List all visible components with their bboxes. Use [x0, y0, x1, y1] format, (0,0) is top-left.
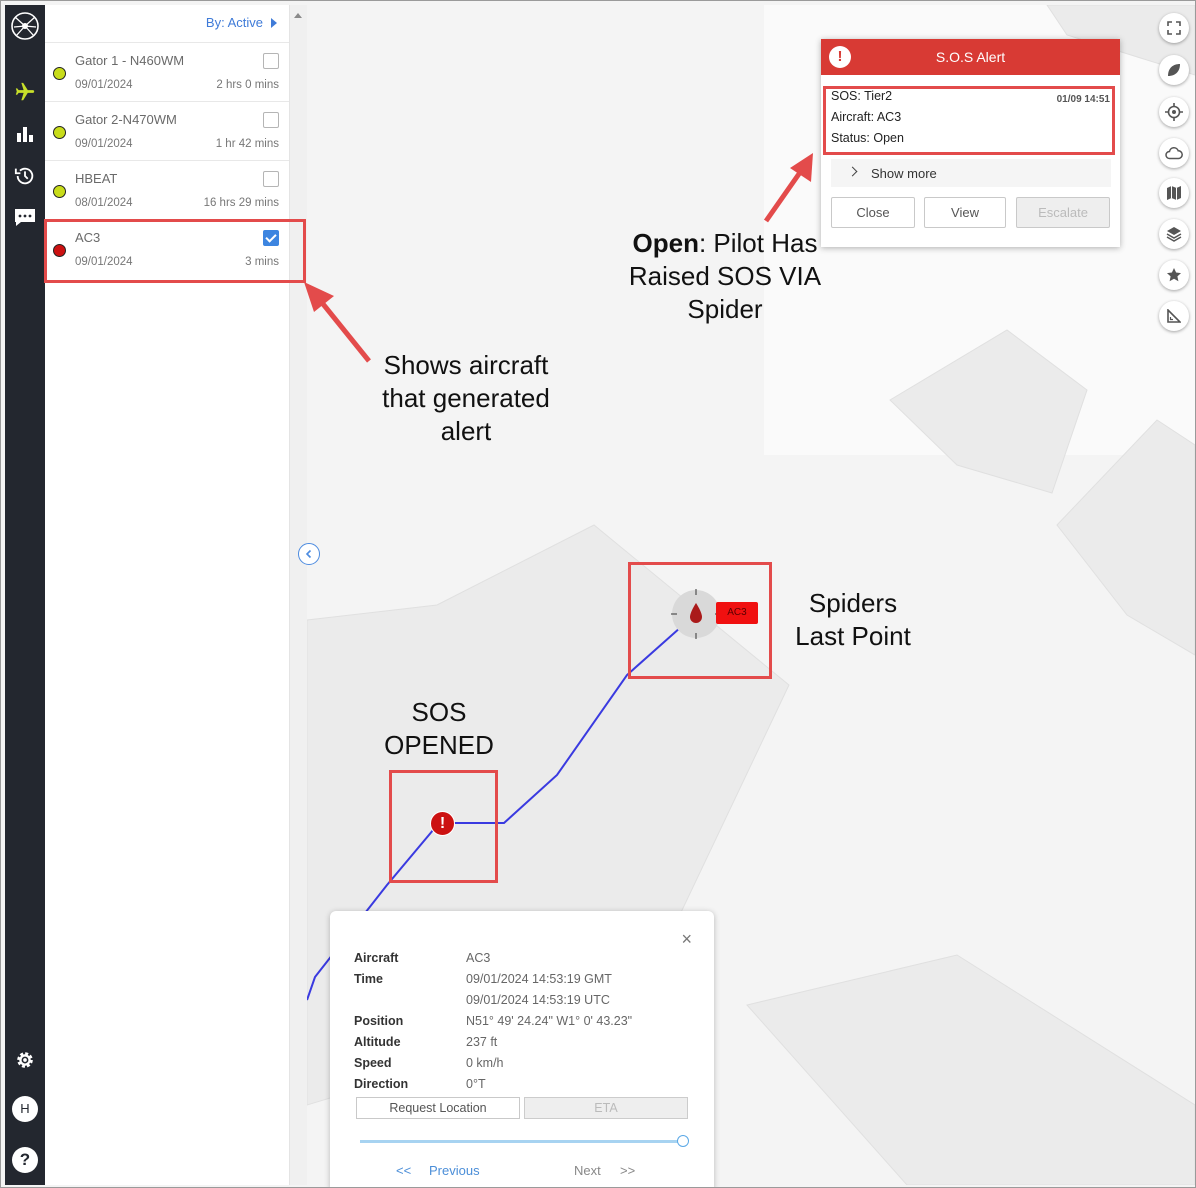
annotation-sos-opened: SOS OPENED: [369, 696, 509, 762]
annotation-line: Spiders: [808, 588, 898, 618]
annotation-line: that generated: [382, 383, 550, 413]
annotation-line: Last Point: [795, 621, 911, 651]
annotation-open-rest: : Pilot Has: [698, 228, 818, 258]
annotation-arrows: [304, 153, 813, 363]
annotation-line: alert: [440, 416, 492, 446]
annotation-open-bold: Open: [632, 228, 699, 258]
app-window: H ? By: Active Gator 1 - N460WM 09/01/202…: [0, 0, 1196, 1188]
annotation-line: OPENED: [384, 730, 494, 760]
annotation-spiders-last-point: Spiders Last Point: [773, 587, 933, 653]
annotation-open-line2: Raised SOS VIA: [628, 261, 822, 291]
annotation-shows-aircraft: Shows aircraft that generated alert: [356, 349, 576, 448]
annotation-open-status: Open: Pilot Has Raised SOS VIA Spider: [605, 227, 845, 326]
annotation-line: SOS: [411, 697, 467, 727]
annotation-line: Shows aircraft: [383, 350, 549, 380]
annotation-open-line3: Spider: [687, 294, 763, 324]
